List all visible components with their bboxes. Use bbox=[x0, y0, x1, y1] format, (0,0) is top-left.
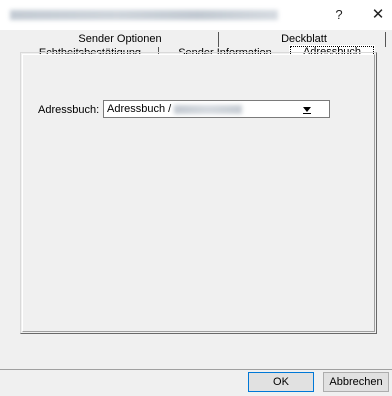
chevron-down-icon[interactable] bbox=[303, 107, 311, 112]
adressbuch-label: Adressbuch: bbox=[38, 104, 100, 116]
adressbuch-dropdown[interactable]: Adressbuch / bbox=[103, 100, 330, 118]
tab-panel bbox=[22, 54, 375, 332]
help-button[interactable]: ? bbox=[329, 6, 349, 24]
close-button[interactable]: ✕ bbox=[368, 6, 388, 24]
ok-button[interactable]: OK bbox=[248, 372, 314, 392]
tab-divider bbox=[218, 32, 219, 47]
window-title-redacted bbox=[10, 10, 278, 20]
cancel-button[interactable]: Abbrechen bbox=[323, 372, 389, 392]
footer-divider bbox=[0, 369, 392, 370]
tab-sender-optionen[interactable]: Sender Optionen bbox=[22, 32, 218, 47]
adressbuch-dropdown-value: Adressbuch / bbox=[107, 103, 172, 115]
title-bar: ? ✕ bbox=[0, 0, 392, 30]
tab-divider bbox=[385, 32, 386, 47]
redacted-text bbox=[174, 105, 242, 114]
chevron-down-icon-bar bbox=[303, 113, 311, 114]
